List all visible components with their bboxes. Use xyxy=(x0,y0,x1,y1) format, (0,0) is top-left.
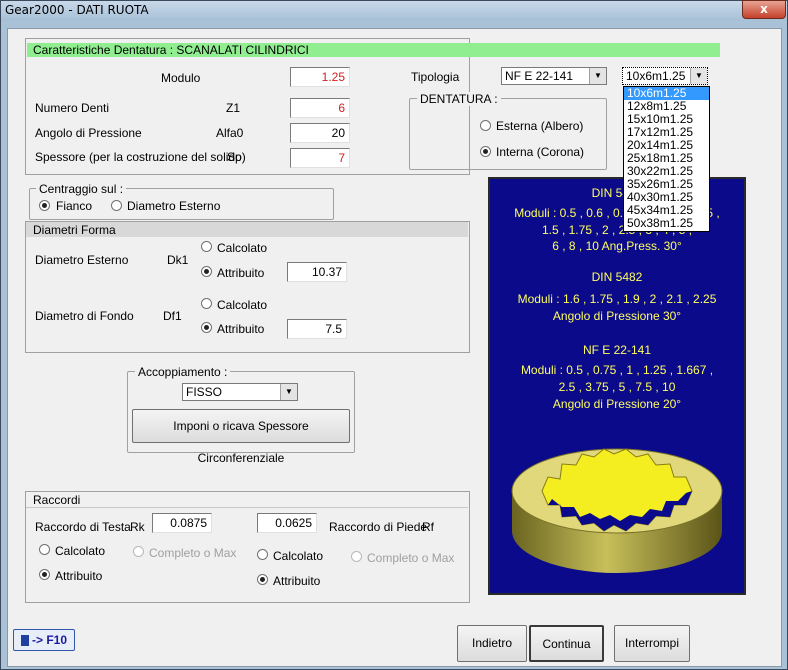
dk1-symbol: Dk1 xyxy=(167,253,189,267)
esterna-radio[interactable] xyxy=(480,120,491,131)
fianco-label: Fianco xyxy=(56,199,93,213)
nfe-title: NF E 22-141 xyxy=(582,343,652,357)
calculator-icon xyxy=(20,635,29,647)
rf-calcolato-label: Calcolato xyxy=(273,549,324,563)
din5482-line1: Moduli : 1.6 , 1.75 , 1.9 , 2 , 2.1 , 2.… xyxy=(517,292,717,306)
tipologia-value: NF E 22-141 xyxy=(505,69,574,83)
raccordi-title: Raccordi xyxy=(33,493,81,507)
rk-attribuito-label: Attribuito xyxy=(55,569,103,583)
df1-attribuito-radio[interactable] xyxy=(201,322,212,333)
indietro-button[interactable]: Indietro xyxy=(457,625,527,662)
df1-field[interactable]: 7.5 xyxy=(287,319,347,339)
din5482-title: DIN 5482 xyxy=(591,270,643,284)
rf-completo-label: Completo o Max xyxy=(367,551,455,565)
accoppiamento-value: FISSO xyxy=(186,385,223,399)
nfe-line3: Angolo di Pressione 20° xyxy=(552,397,682,411)
f10-label: -> F10 xyxy=(31,633,67,647)
rk-calcolato-label: Calcolato xyxy=(55,544,106,558)
din5480-line3: 6 , 8 , 10 Ang.Press. 30° xyxy=(552,239,682,253)
dk1-calcolato-label: Calcolato xyxy=(217,241,268,255)
angolo-field[interactable]: 20 xyxy=(290,123,350,143)
rk-symbol: Rk xyxy=(130,520,145,534)
rk-completo-radio[interactable] xyxy=(133,546,144,557)
title-bar[interactable]: Gear2000 - DATI RUOTA x xyxy=(1,0,787,21)
close-button[interactable]: x xyxy=(742,0,786,19)
df1-calcolato-radio[interactable] xyxy=(201,298,212,309)
dialog-client-area: Caratteristiche Dentatura : SCANALATI CI… xyxy=(7,28,782,667)
diametro-esterno-label: Diametro Esterno xyxy=(127,199,221,213)
size-select[interactable]: 10x6m1.25 ▼ xyxy=(622,67,708,85)
raccordo-piede-label: Raccordo di Piede xyxy=(329,520,428,534)
dk1-calcolato-radio[interactable] xyxy=(201,241,212,252)
section-header-title: Caratteristiche Dentatura : SCANALATI CI… xyxy=(33,43,309,57)
rf-symbol: Rf xyxy=(422,520,434,534)
din5482-line2: Angolo di Pressione 30° xyxy=(552,309,682,323)
tipologia-label: Tipologia xyxy=(411,70,460,84)
spessore-circonferenziale-button[interactable]: Imponi o ricava Spessore Circonferenzial… xyxy=(132,409,350,465)
tipologia-select[interactable]: NF E 22-141 ▼ xyxy=(501,67,607,85)
raccordo-testa-label: Raccordo di Testa xyxy=(35,520,131,534)
rf-field[interactable]: 0.0625 xyxy=(257,513,317,533)
df1-symbol: Df1 xyxy=(163,309,182,323)
rk-calcolato-radio[interactable] xyxy=(39,544,50,555)
angolo-symbol: Alfa0 xyxy=(216,126,244,140)
raccordi-header xyxy=(26,492,468,508)
accoppiamento-group-label: Accoppiamento : xyxy=(135,365,231,379)
dk1-attribuito-radio[interactable] xyxy=(201,266,212,277)
dk1-field[interactable]: 10.37 xyxy=(287,262,347,282)
interrompi-button[interactable]: Interrompi xyxy=(614,625,690,662)
dentatura-group-label: DENTATURA : xyxy=(417,92,501,106)
diametri-title: Diametri Forma xyxy=(33,223,116,237)
main-window: Gear2000 - DATI RUOTA x Caratteristiche … xyxy=(0,0,788,670)
fianco-radio[interactable] xyxy=(39,200,50,211)
spline-gear-illustration xyxy=(511,448,723,573)
window-title: Gear2000 - DATI RUOTA xyxy=(5,3,149,17)
modulo-label: Modulo xyxy=(161,71,201,85)
spessore-label: Spessore (per la costruzione del solido) xyxy=(35,150,246,164)
rf-calcolato-radio[interactable] xyxy=(257,549,268,560)
accoppiamento-select[interactable]: FISSO ▼ xyxy=(182,383,298,401)
rf-attribuito-label: Attribuito xyxy=(273,574,321,588)
chevron-down-icon[interactable]: ▼ xyxy=(690,68,707,84)
nfe-line1: Moduli : 0.5 , 0.75 , 1 , 1.25 , 1.667 , xyxy=(520,363,714,377)
rk-completo-label: Completo o Max xyxy=(149,546,237,560)
diametro-esterno-field-label: Diametro Esterno xyxy=(35,253,129,267)
diametro-esterno-radio[interactable] xyxy=(111,200,122,211)
interna-radio[interactable] xyxy=(480,146,491,157)
modulo-field[interactable]: 1.25 xyxy=(290,67,350,87)
spessore-field[interactable]: 7 xyxy=(290,148,350,168)
nfe-line2: 2.5 , 3.75 , 5 , 7.5 , 10 xyxy=(558,380,676,394)
chevron-down-icon[interactable]: ▼ xyxy=(589,68,606,84)
df1-calcolato-label: Calcolato xyxy=(217,298,268,312)
numero-denti-symbol: Z1 xyxy=(226,101,241,115)
diametro-fondo-label: Diametro di Fondo xyxy=(35,309,134,323)
size-option[interactable]: 50x38m1.25 xyxy=(624,217,709,230)
f10-button[interactable]: -> F10 xyxy=(13,629,75,651)
rf-completo-radio[interactable] xyxy=(351,551,362,562)
continua-button[interactable]: Continua xyxy=(529,625,604,662)
size-dropdown-list[interactable]: 10x6m1.25 12x8m1.25 15x10m1.25 17x12m1.2… xyxy=(623,86,710,232)
numero-denti-label: Numero Denti xyxy=(35,101,110,115)
rk-attribuito-radio[interactable] xyxy=(39,569,50,580)
chevron-down-icon[interactable]: ▼ xyxy=(280,384,297,400)
df1-attribuito-label: Attribuito xyxy=(217,322,265,336)
dentatura-group xyxy=(409,98,607,170)
numero-denti-field[interactable]: 6 xyxy=(290,98,350,118)
esterna-label: Esterna (Albero) xyxy=(496,119,584,133)
rf-attribuito-radio[interactable] xyxy=(257,574,268,585)
angolo-label: Angolo di Pressione xyxy=(35,126,142,140)
size-value: 10x6m1.25 xyxy=(626,69,686,83)
interna-label: Interna (Corona) xyxy=(496,145,585,159)
dk1-attribuito-label: Attribuito xyxy=(217,266,265,280)
centraggio-group-label: Centraggio sul : xyxy=(36,182,127,196)
rk-field[interactable]: 0.0875 xyxy=(152,513,212,533)
spessore-symbol: Sp xyxy=(227,150,242,164)
norme-info-panel: DIN 5480 Moduli : 0.5 , 0.6 , 0.75 , 0.8… xyxy=(488,177,746,595)
